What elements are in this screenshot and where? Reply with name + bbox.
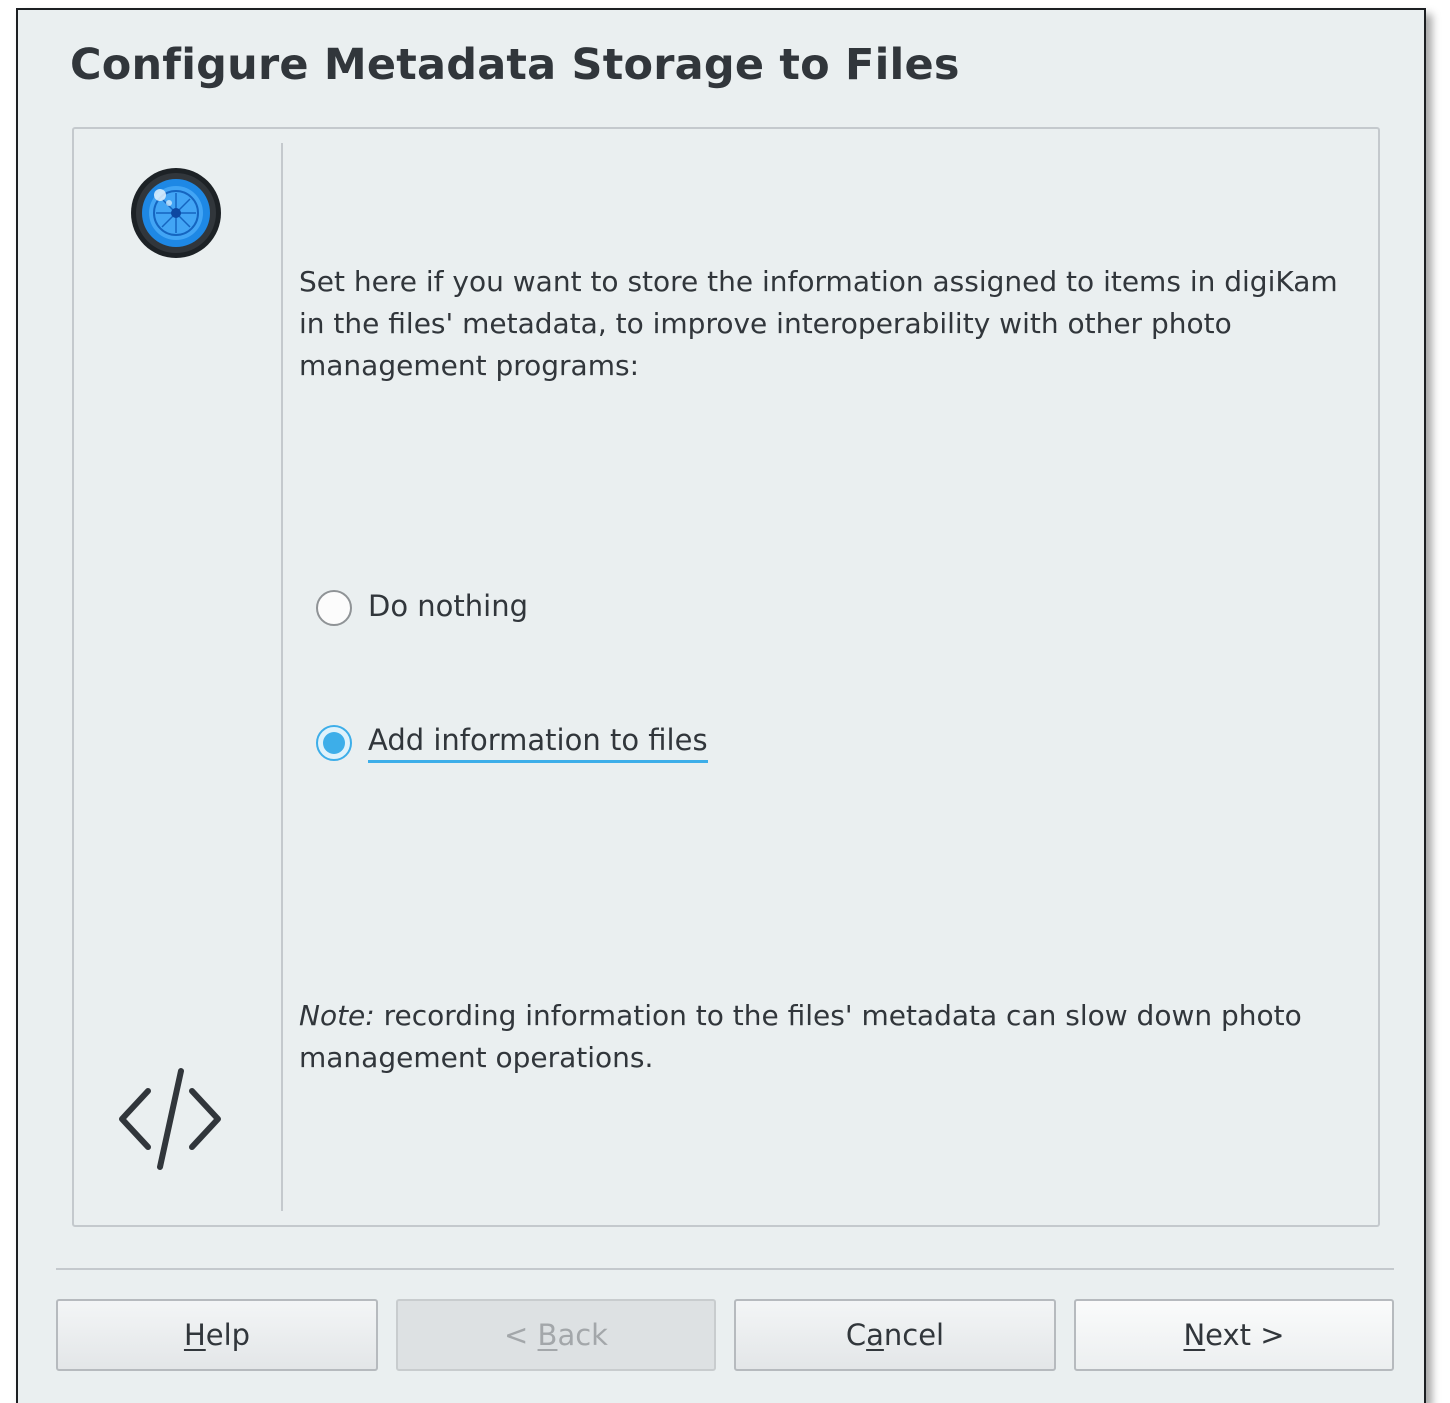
help-button[interactable]: Help bbox=[56, 1299, 378, 1371]
cancel-mnemonic: a bbox=[866, 1318, 884, 1352]
footer-separator bbox=[56, 1268, 1394, 1270]
cancel-button[interactable]: Ca ncel bbox=[734, 1299, 1056, 1371]
cancel-label-rest: ncel bbox=[883, 1318, 945, 1352]
note-text: Note: recording information to the files… bbox=[299, 995, 1359, 1079]
help-label-rest: elp bbox=[205, 1318, 251, 1352]
back-label-prefix: < bbox=[504, 1318, 538, 1352]
back-button[interactable]: < Back bbox=[396, 1299, 716, 1371]
add-information-label[interactable]: Add information to files bbox=[368, 723, 708, 763]
next-button[interactable]: Next > bbox=[1074, 1299, 1394, 1371]
help-mnemonic: H bbox=[183, 1318, 206, 1352]
do-nothing-radio[interactable]: Do nothing bbox=[316, 589, 528, 626]
next-mnemonic: N bbox=[1183, 1318, 1206, 1352]
digikam-logo-icon bbox=[131, 168, 221, 258]
sidebar-separator bbox=[281, 143, 283, 1211]
radio-button-unchecked[interactable] bbox=[316, 589, 352, 626]
description-text: Set here if you want to store the inform… bbox=[299, 265, 1338, 382]
code-icon bbox=[119, 1068, 221, 1170]
next-label-rest: ext > bbox=[1205, 1318, 1285, 1352]
content-panel: Set here if you want to store the inform… bbox=[72, 127, 1380, 1227]
cancel-label-prefix: C bbox=[845, 1318, 867, 1352]
page-title: Configure Metadata Storage to Files bbox=[70, 40, 960, 90]
radio-button-checked[interactable] bbox=[316, 725, 352, 761]
back-label-rest: ack bbox=[557, 1318, 608, 1352]
note-prefix: Note: bbox=[299, 999, 375, 1032]
do-nothing-label[interactable]: Do nothing bbox=[368, 589, 528, 626]
back-mnemonic: B bbox=[537, 1318, 558, 1352]
note-body: recording information to the files' meta… bbox=[299, 999, 1302, 1074]
wizard-window: Configure Metadata Storage to Files Set … bbox=[16, 8, 1426, 1403]
add-information-radio[interactable]: Add information to files bbox=[316, 723, 708, 763]
